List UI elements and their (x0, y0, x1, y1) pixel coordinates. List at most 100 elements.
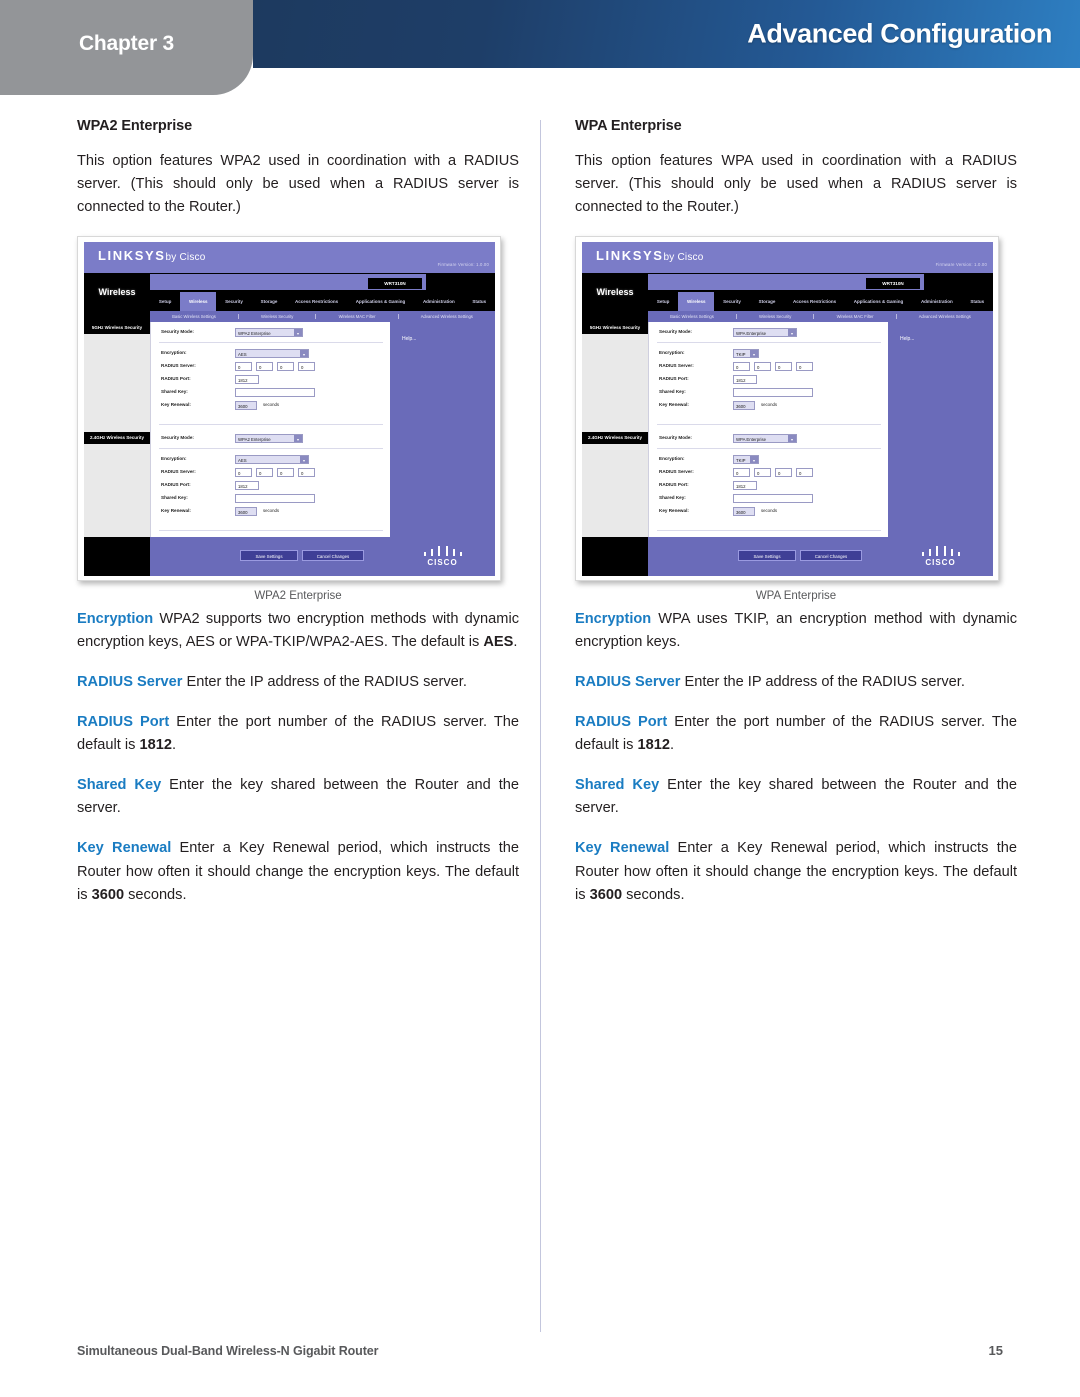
tab-administration[interactable]: Administration (912, 299, 961, 305)
security-mode-select[interactable]: WPA2 Enterprise ▾ (235, 328, 303, 338)
field-encryption-24ghz: Encryption: AES ▾ (151, 453, 391, 466)
key-renewal-input[interactable]: 3600 (235, 401, 257, 411)
shared-key-input-24ghz[interactable] (235, 494, 315, 504)
chevron-down-icon[interactable]: ▾ (788, 435, 796, 443)
encryption-select[interactable]: AES ▾ (235, 349, 309, 359)
form-group-5ghz: Security Mode: WPA Enterprise ▾ Encryptio… (649, 326, 889, 426)
subtab-wireless-mac-filter[interactable]: Wireless MAC Filter (814, 314, 897, 320)
key-renewal-input-24ghz[interactable]: 3600 (733, 507, 755, 517)
security-mode-select-24ghz[interactable]: WPA2 Enterprise ▾ (235, 434, 303, 444)
tab-status[interactable]: Status (464, 299, 495, 305)
cancel-changes-button[interactable]: Cancel Changes (800, 550, 862, 562)
radius-server-octet-2-24ghz[interactable]: 0 (754, 468, 771, 478)
tab-applications-gaming[interactable]: Applications & Gaming (845, 299, 912, 305)
subtab-wireless-security[interactable]: Wireless Security (737, 314, 815, 320)
save-settings-button[interactable]: Save Settings (738, 550, 796, 562)
security-mode-select-24ghz[interactable]: WPA Enterprise ▾ (733, 434, 797, 444)
radius-server-octet-3[interactable]: 0 (775, 362, 792, 372)
shared-key-input[interactable] (235, 388, 315, 398)
radius-server-octet-1-24ghz[interactable]: 0 (733, 468, 750, 478)
tab-access-restrictions[interactable]: Access Restrictions (784, 299, 845, 305)
encryption-select-24ghz[interactable]: TKIP ▾ (733, 455, 759, 465)
radius-server-octet-3-24ghz[interactable]: 0 (277, 468, 294, 478)
left-def-1: RADIUS Server Enter the IP address of th… (77, 671, 519, 694)
term-label: RADIUS Server (575, 674, 681, 691)
chevron-down-icon[interactable]: ▾ (750, 350, 758, 358)
chevron-down-icon[interactable]: ▾ (788, 329, 796, 337)
tab-security[interactable]: Security (714, 299, 749, 305)
field-radius-port-5ghz: RADIUS Port: 1812 (649, 373, 889, 386)
radius-port-input[interactable]: 1812 (733, 375, 757, 385)
cancel-changes-button[interactable]: Cancel Changes (302, 550, 364, 562)
subtab-basic-wireless-settings[interactable]: Basic Wireless Settings (648, 314, 737, 320)
radius-server-octet-2[interactable]: 0 (256, 362, 273, 372)
radius-server-octet-4[interactable]: 0 (298, 362, 315, 372)
tab-wireless[interactable]: Wireless (180, 292, 217, 312)
chevron-down-icon[interactable]: ▾ (750, 456, 758, 464)
radius-port-input[interactable]: 1812 (235, 375, 259, 385)
tab-wireless[interactable]: Wireless (678, 292, 715, 312)
subtab-wireless-security[interactable]: Wireless Security (239, 314, 317, 320)
tab-storage[interactable]: Storage (750, 299, 784, 305)
linksys-wordmark: LINKSYS (596, 248, 664, 264)
tab-access-restrictions[interactable]: Access Restrictions (286, 299, 347, 305)
router-ui-screenshot-wpa: LINKSYSby Cisco Firmware Version: 1.0.00… (575, 236, 999, 582)
radius-server-octet-3[interactable]: 0 (277, 362, 294, 372)
radius-server-octet-2[interactable]: 0 (754, 362, 771, 372)
chevron-down-icon[interactable]: ▾ (300, 456, 308, 464)
radius-server-octet-4-24ghz[interactable]: 0 (298, 468, 315, 478)
group-header-5ghz: 5GHz Wireless Security (84, 322, 150, 335)
tab-setup[interactable]: Setup (150, 299, 180, 305)
right-def-3: Shared Key Enter the key shared between … (575, 774, 1017, 820)
subtab-advanced-wireless-settings[interactable]: Advanced Wireless Settings (897, 314, 993, 319)
radius-server-octet-3-24ghz[interactable]: 0 (775, 468, 792, 478)
radius-server-octet-4-24ghz[interactable]: 0 (796, 468, 813, 478)
tab-security[interactable]: Security (216, 299, 251, 305)
term-label: RADIUS Port (575, 714, 668, 731)
def-text-after: seconds. (124, 886, 187, 903)
cisco-logo-zone: CISCO (888, 537, 993, 577)
left-intro-paragraph: This option features WPA2 used in coordi… (77, 153, 519, 216)
term-label: Key Renewal (77, 840, 172, 857)
form-group-5ghz: Security Mode: WPA2 Enterprise ▾ Encrypti… (151, 326, 391, 426)
radius-port-label: RADIUS Port: (659, 376, 689, 382)
radius-port-input-24ghz[interactable]: 1812 (733, 481, 757, 491)
subtab-wireless-mac-filter[interactable]: Wireless MAC Filter (316, 314, 399, 320)
field-shared-key-5ghz: Shared Key: (151, 386, 391, 399)
linksys-logo: LINKSYSby Cisco (596, 248, 704, 263)
chevron-down-icon[interactable]: ▾ (294, 435, 302, 443)
tab-administration[interactable]: Administration (414, 299, 463, 305)
help-link[interactable]: Help... (900, 336, 914, 342)
radius-server-octet-1-24ghz[interactable]: 0 (235, 468, 252, 478)
subtab-basic-wireless-settings[interactable]: Basic Wireless Settings (150, 314, 239, 320)
shared-key-input-24ghz[interactable] (733, 494, 813, 504)
term-label: RADIUS Server (77, 674, 183, 691)
radius-server-octet-1[interactable]: 0 (733, 362, 750, 372)
key-renewal-input[interactable]: 3600 (733, 401, 755, 411)
radius-server-octet-4[interactable]: 0 (796, 362, 813, 372)
key-renewal-input-24ghz[interactable]: 3600 (235, 507, 257, 517)
radius-server-octet-2-24ghz[interactable]: 0 (256, 468, 273, 478)
radius-port-input-24ghz[interactable]: 1812 (235, 481, 259, 491)
by-cisco-text: by Cisco (663, 252, 704, 264)
tab-status[interactable]: Status (962, 299, 993, 305)
def-text-after: . (513, 634, 518, 651)
chevron-down-icon[interactable]: ▾ (300, 350, 308, 358)
encryption-select[interactable]: TKIP ▾ (733, 349, 759, 359)
chevron-down-icon[interactable]: ▾ (294, 329, 302, 337)
shared-key-input[interactable] (733, 388, 813, 398)
help-link[interactable]: Help... (402, 336, 416, 342)
subtab-advanced-wireless-settings[interactable]: Advanced Wireless Settings (399, 314, 495, 319)
tab-applications-gaming[interactable]: Applications & Gaming (347, 299, 414, 305)
tab-setup[interactable]: Setup (648, 299, 678, 305)
shared-key-label-24ghz: Shared Key: (161, 495, 188, 501)
left-def-2: RADIUS Port Enter the port number of the… (77, 711, 519, 757)
radius-server-octet-1[interactable]: 0 (235, 362, 252, 372)
save-settings-button[interactable]: Save Settings (240, 550, 298, 562)
router-left-rail: 5GHz Wireless Security 2.4GHz Wireless S… (84, 322, 150, 538)
tab-storage[interactable]: Storage (252, 299, 286, 305)
model-name-label: WRT310N (368, 278, 422, 290)
cisco-bridge-icon (922, 546, 960, 557)
security-mode-select[interactable]: WPA Enterprise ▾ (733, 328, 797, 338)
encryption-select-24ghz[interactable]: AES ▾ (235, 455, 309, 465)
